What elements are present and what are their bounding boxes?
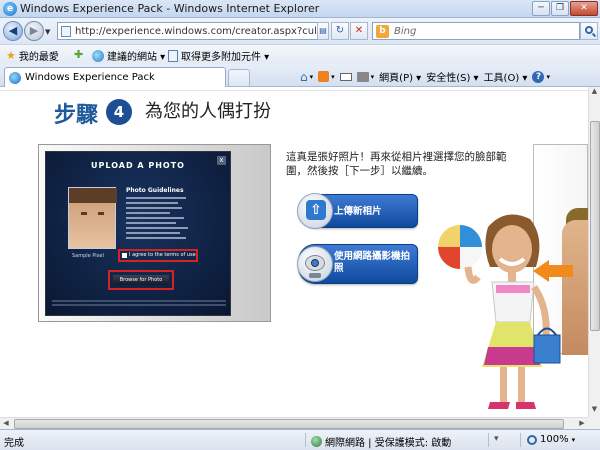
compatibility-view-icon[interactable]: ▤	[317, 22, 329, 40]
feeds-button[interactable]: ▾	[318, 71, 335, 82]
help-icon: ?	[532, 70, 545, 83]
avatar-figure	[438, 214, 561, 409]
scroll-down-icon[interactable]: ▼	[589, 405, 600, 417]
protected-mode-icon[interactable]: ▾	[494, 434, 506, 446]
favorites-label: 我的最愛	[18, 52, 59, 63]
window-controls: ─ ❐ ✕	[532, 1, 598, 16]
upload-dialog-title: UPLOAD A PHOTO	[91, 161, 185, 170]
recent-pages-dropdown[interactable]: ▼	[45, 28, 50, 36]
browse-for-photo-label: Browse for Photo	[113, 275, 169, 285]
minimize-button[interactable]: ─	[532, 1, 550, 16]
search-placeholder: Bing	[394, 26, 417, 37]
security-zone[interactable]: 網際網路 | 受保護模式: 啟動	[311, 434, 451, 449]
vertical-scrollbar[interactable]: ▲ ▼	[588, 87, 600, 417]
search-button[interactable]	[580, 22, 598, 40]
favorites-button[interactable]: ★ 我的最愛	[6, 48, 59, 63]
get-addons-button[interactable]: 取得更多附加元件 ▾	[168, 48, 269, 63]
step-label: 步驟	[54, 103, 99, 128]
status-bar: 完成 網際網路 | 受保護模式: 啟動 ▾ 100% ▾	[0, 429, 600, 450]
terms-agree-highlight: I agree to the terms of use	[118, 249, 198, 262]
upload-preview-panel: UPLOAD A PHOTO x Sample Pixel Photo Guid…	[38, 144, 271, 322]
add-to-favorites-button[interactable]: ✚	[74, 48, 83, 61]
scrollbar-corner	[588, 417, 600, 429]
address-bar-row: ◀ ▶ ▼ http://experience.windows.com/crea…	[0, 18, 600, 44]
restore-button[interactable]: ❐	[551, 1, 569, 16]
webcam-photo-button[interactable]: 使用網路攝影機拍照	[297, 244, 418, 284]
add-favorite-icon: ✚	[74, 48, 84, 61]
suggested-sites-icon	[92, 49, 104, 62]
tab-row: Windows Experience Pack ⌂ ▾ ▾ ▾ 網頁(P) ▾ 安…	[0, 64, 600, 87]
zoom-control[interactable]: 100% ▾	[527, 434, 575, 445]
browse-highlight: Browse for Photo	[108, 270, 174, 290]
step-number-badge: 4	[106, 99, 132, 125]
title-bar: e Windows Experience Pack - Windows Inte…	[0, 0, 600, 18]
address-field[interactable]: http://experience.windows.com/creator.as…	[57, 22, 329, 40]
print-button[interactable]: ▾	[356, 71, 374, 82]
security-zone-label: 網際網路 | 受保護模式: 啟動	[325, 438, 452, 449]
instruction-text: 這真是張好照片！再來從相片裡選擇您的臉部範圍，然後按［下一步］以繼續。	[286, 151, 507, 177]
ie-tab-icon	[9, 72, 21, 84]
search-input[interactable]: b Bing	[372, 22, 580, 40]
mail-icon	[339, 72, 352, 81]
horizontal-scrollbar[interactable]: ◀ ▶	[0, 417, 588, 429]
ie-logo-icon: e	[3, 2, 17, 16]
print-icon	[356, 71, 369, 82]
star-icon: ★	[6, 49, 16, 62]
home-icon: ⌂	[300, 69, 308, 84]
globe-icon	[311, 436, 322, 447]
safety-menu[interactable]: 安全性(S) ▾	[426, 69, 478, 84]
vertical-scroll-thumb[interactable]	[590, 121, 600, 331]
page-viewport: 步驟 4 為您的人偶打扮 UPLOAD A PHOTO x Sample Pix…	[0, 87, 588, 417]
get-addons-label: 取得更多附加元件 ▾	[181, 52, 270, 63]
read-mail-button[interactable]	[339, 72, 352, 81]
scroll-right-icon[interactable]: ▶	[576, 418, 588, 429]
close-button[interactable]: ✕	[570, 1, 598, 16]
forward-button[interactable]: ▶	[24, 21, 44, 41]
home-button[interactable]: ⌂ ▾	[300, 70, 313, 84]
tab-label: Windows Experience Pack	[25, 72, 155, 83]
divider	[0, 90, 588, 91]
refresh-button[interactable]: ↻	[331, 22, 349, 40]
webcam-button-label: 使用網路攝影機拍照	[334, 251, 411, 274]
sample-caption: Sample Pixel	[72, 253, 104, 259]
bing-icon: b	[376, 25, 389, 38]
command-bar: ⌂ ▾ ▾ ▾ 網頁(P) ▾ 安全性(S) ▾ 工具(O) ▾ ? ▾	[300, 68, 550, 85]
photo-guidelines-heading: Photo Guidelines	[126, 187, 184, 194]
page-icon	[61, 26, 71, 37]
scroll-up-icon[interactable]: ▲	[589, 87, 600, 99]
addons-page-icon	[168, 49, 178, 62]
suggested-sites-button[interactable]: 建議的網站 ▾	[92, 48, 165, 63]
shopping-bag	[533, 334, 561, 364]
page-title: 為您的人偶打扮	[145, 101, 271, 122]
zoom-icon	[527, 434, 537, 445]
upload-button-label: 上傳新相片	[334, 206, 382, 217]
upload-new-photo-button[interactable]: ⇧ 上傳新相片	[297, 193, 418, 229]
scroll-left-icon[interactable]: ◀	[0, 418, 12, 429]
new-tab-button[interactable]	[228, 69, 250, 86]
dialog-close-icon: x	[217, 156, 226, 165]
page-menu[interactable]: 網頁(P) ▾	[379, 69, 421, 84]
zoom-level: 100%	[540, 434, 569, 445]
stop-button[interactable]: ✕	[350, 22, 368, 40]
favorites-bar: ★ 我的最愛 ✚ 建議的網站 ▾ 取得更多附加元件 ▾	[0, 44, 600, 64]
back-button[interactable]: ◀	[3, 21, 23, 41]
tab-windows-experience-pack[interactable]: Windows Experience Pack	[4, 67, 226, 87]
checkbox-icon	[122, 253, 127, 258]
legal-footer	[52, 298, 226, 306]
horizontal-scroll-thumb[interactable]	[14, 419, 564, 429]
status-text: 完成	[4, 438, 24, 449]
suggested-sites-label: 建議的網站 ▾	[107, 52, 166, 63]
sample-face-photo	[68, 187, 117, 249]
agree-text: I agree to the terms of use	[129, 252, 196, 258]
upload-photo-dialog-image: UPLOAD A PHOTO x Sample Pixel Photo Guid…	[45, 151, 231, 316]
window-title: Windows Experience Pack - Windows Intern…	[20, 2, 320, 15]
address-url[interactable]: http://experience.windows.com/creator.as…	[75, 26, 325, 37]
tools-menu[interactable]: 工具(O) ▾	[484, 69, 528, 84]
upload-icon: ⇧	[306, 200, 326, 220]
help-button[interactable]: ? ▾	[532, 70, 550, 83]
rss-icon	[318, 71, 330, 82]
